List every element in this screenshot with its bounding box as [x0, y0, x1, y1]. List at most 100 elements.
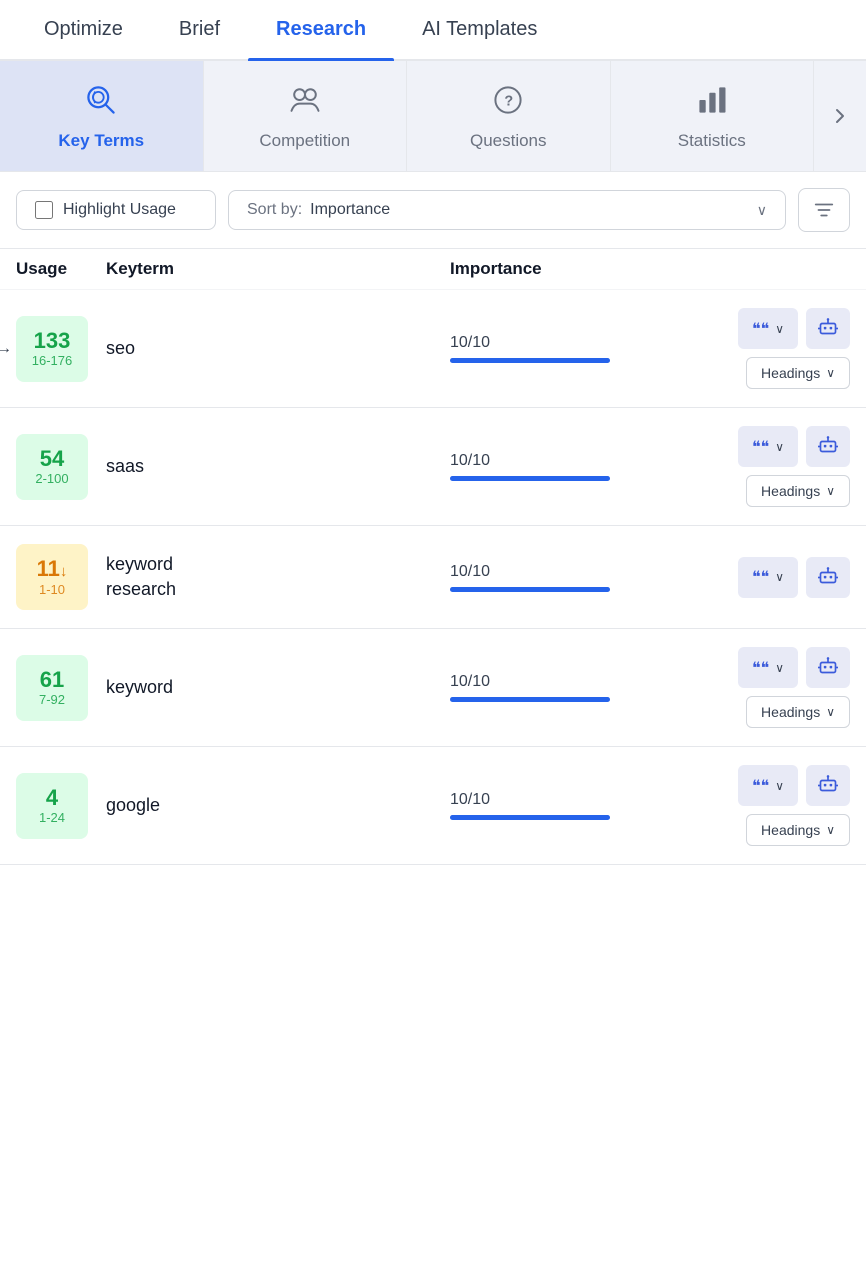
key-terms-icon: [83, 82, 119, 123]
sub-tab-statistics[interactable]: Statistics: [611, 61, 815, 171]
highlight-checkbox-input[interactable]: [35, 201, 53, 219]
importance-column-header: Importance: [450, 259, 670, 279]
headings-chevron: ∨: [826, 366, 835, 380]
quote-icon: ❝❝: [752, 437, 769, 457]
usage-badge: 11↓1-10: [16, 544, 88, 610]
sub-tab-key-terms[interactable]: Key Terms: [0, 61, 204, 171]
usage-range: 2-100: [35, 471, 68, 486]
usage-count: 11↓: [37, 557, 68, 581]
sub-tabs: Key Terms Competition ? Questions Statis…: [0, 61, 866, 172]
usage-badge: 13316-176: [16, 316, 88, 382]
keyword-row: 617-92keyword10/10❝❝∨ Headings∨: [0, 629, 866, 747]
importance-bar-bg: [450, 815, 610, 820]
usage-range: 16-176: [32, 353, 72, 368]
keyword-row: 41-24 google10/10 ❝❝ ∨ Headings∨: [0, 747, 866, 865]
usage-range: 1-24: [39, 810, 65, 825]
sub-tabs-more-button[interactable]: [814, 61, 866, 171]
quote-button[interactable]: ❝❝ ∨: [738, 308, 798, 349]
action-row: ❝❝∨: [738, 557, 850, 598]
tab-research[interactable]: Research: [248, 0, 394, 59]
usage-column-header: Usage: [16, 259, 106, 279]
table-header: Usage Keyterm Importance: [0, 249, 866, 290]
headings-button[interactable]: Headings ∨: [746, 696, 850, 728]
quote-chevron: ∨: [775, 322, 784, 336]
importance-col: 10/10: [450, 334, 670, 363]
actions-col: ❝❝ ∨ Headings∨: [670, 765, 850, 846]
importance-bar-fill: [450, 358, 610, 363]
tab-brief[interactable]: Brief: [151, 0, 248, 59]
quote-button[interactable]: ❝❝∨: [738, 557, 798, 598]
quote-button[interactable]: ❝❝ ∨: [738, 426, 798, 467]
competition-label: Competition: [259, 131, 350, 151]
usage-count: 61: [40, 668, 64, 692]
quote-icon: ❝❝: [752, 776, 769, 796]
importance-col: 10/10: [450, 791, 670, 820]
usage-badge: 542-100: [16, 434, 88, 500]
statistics-icon: [694, 82, 730, 123]
robot-button[interactable]: [806, 308, 850, 349]
action-row: ❝❝ ∨: [738, 765, 850, 806]
usage-badge: 41-24: [16, 773, 88, 839]
questions-icon: ?: [490, 82, 526, 123]
action-row: ❝❝∨: [738, 647, 850, 688]
tab-optimize[interactable]: Optimize: [16, 0, 151, 59]
headings-label: Headings: [761, 822, 820, 838]
usage-range: 1-10: [39, 582, 65, 597]
quote-icon: ❝❝: [752, 319, 769, 339]
robot-button[interactable]: [806, 647, 850, 688]
headings-chevron: ∨: [826, 705, 835, 719]
keyword-row: 13316-176 seo10/10 ❝❝ ∨ Headings∨: [0, 290, 866, 408]
usage-count: 4: [46, 786, 58, 810]
quote-button[interactable]: ❝❝∨: [738, 647, 798, 688]
robot-icon: [818, 565, 838, 590]
statistics-label: Statistics: [678, 131, 746, 151]
sort-control[interactable]: Sort by: Importance ∨: [228, 190, 786, 230]
usage-badge: 617-92: [16, 655, 88, 721]
keyword-list: 13316-176seo10/10❝❝∨ Headings∨542-100saa…: [0, 290, 866, 865]
keyterm-text: saas: [106, 454, 450, 479]
importance-col: 10/10: [450, 673, 670, 702]
sub-tab-questions[interactable]: ? Questions: [407, 61, 611, 171]
importance-bar-fill: [450, 815, 610, 820]
svg-text:?: ?: [505, 93, 514, 109]
robot-icon: [818, 434, 838, 459]
usage-count: 54: [40, 447, 64, 471]
quote-chevron: ∨: [775, 440, 784, 454]
robot-icon: [818, 655, 838, 680]
importance-col: 10/10: [450, 563, 670, 592]
actions-col: ❝❝ ∨ Headings∨: [670, 308, 850, 389]
robot-button[interactable]: [806, 557, 850, 598]
headings-chevron: ∨: [826, 484, 835, 498]
robot-button[interactable]: [806, 765, 850, 806]
importance-score: 10/10: [450, 452, 670, 470]
quote-button[interactable]: ❝❝ ∨: [738, 765, 798, 806]
keyterm-text: google: [106, 793, 450, 818]
actions-col: ❝❝∨ Headings ∨: [670, 647, 850, 728]
importance-col: 10/10: [450, 452, 670, 481]
importance-bar-bg: [450, 697, 610, 702]
usage-count: 133: [34, 329, 71, 353]
sort-value: Importance: [310, 201, 749, 219]
sub-tab-competition[interactable]: Competition: [204, 61, 408, 171]
importance-bar-bg: [450, 587, 610, 592]
headings-label: Headings: [761, 483, 820, 499]
keyterm-text: seo: [106, 336, 450, 361]
headings-button[interactable]: Headings∨: [746, 357, 850, 389]
quote-icon: ❝❝: [752, 567, 769, 587]
keyword-row: 11↓1-10keyword research10/10❝❝∨: [0, 526, 866, 629]
highlight-usage-checkbox[interactable]: Highlight Usage: [16, 190, 216, 230]
headings-label: Headings: [761, 704, 820, 720]
headings-button[interactable]: Headings∨: [746, 814, 850, 846]
quote-chevron: ∨: [775, 779, 784, 793]
importance-score: 10/10: [450, 334, 670, 352]
importance-bar-bg: [450, 358, 610, 363]
importance-bar-bg: [450, 476, 610, 481]
competition-icon: [287, 82, 323, 123]
action-row: ❝❝ ∨: [738, 426, 850, 467]
filter-button[interactable]: [798, 188, 850, 232]
importance-bar-fill: [450, 587, 610, 592]
tab-ai-templates[interactable]: AI Templates: [394, 0, 565, 59]
quote-icon: ❝❝: [752, 658, 769, 678]
robot-button[interactable]: [806, 426, 850, 467]
headings-button[interactable]: Headings ∨: [746, 475, 850, 507]
